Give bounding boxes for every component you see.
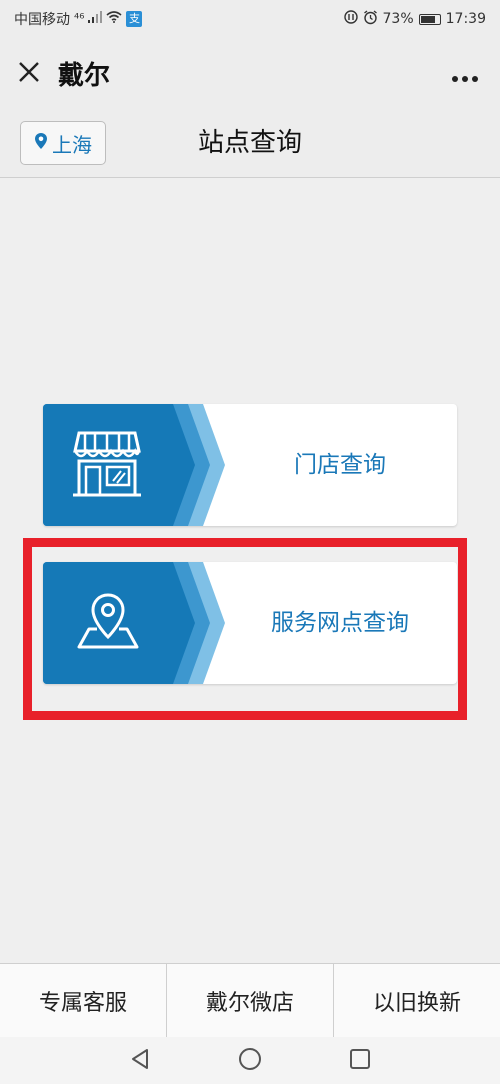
system-nav-bar — [0, 1037, 500, 1084]
page-header: 上海 站点查询 — [0, 108, 500, 178]
map-pin-icon — [73, 587, 143, 661]
close-icon — [18, 56, 40, 91]
menu-dell-micro-store[interactable]: 戴尔微店 — [166, 964, 333, 1037]
data-saver-icon — [343, 10, 358, 28]
wifi-icon — [106, 11, 122, 27]
alarm-icon — [363, 9, 378, 29]
status-right: 73% 17:39 — [343, 9, 486, 29]
back-icon — [130, 1048, 150, 1074]
status-bar: 中国移动 ⁴⁶ 支 73% 17:39 — [0, 0, 500, 38]
network-type-label: ⁴⁶ — [74, 11, 85, 27]
signal-icon — [88, 11, 103, 27]
app-title: 戴尔 — [58, 60, 111, 91]
store-icon — [73, 429, 141, 503]
home-button[interactable] — [235, 1046, 265, 1076]
recents-icon — [349, 1048, 371, 1074]
store-query-label: 门店查询 — [294, 452, 386, 478]
clock-time: 17:39 — [445, 11, 486, 27]
status-left: 中国移动 ⁴⁶ 支 — [14, 9, 143, 29]
more-icon — [451, 57, 479, 90]
back-button[interactable] — [125, 1046, 155, 1076]
carrier-label: 中国移动 — [14, 12, 70, 28]
location-pin-icon — [34, 131, 48, 155]
recents-button[interactable] — [345, 1046, 375, 1076]
close-button[interactable] — [0, 38, 58, 108]
menu-exclusive-service[interactable]: 专属客服 — [0, 964, 166, 1037]
more-button[interactable] — [430, 38, 500, 108]
home-icon — [238, 1047, 262, 1075]
menu-trade-in[interactable]: 以旧换新 — [333, 964, 500, 1037]
alipay-icon: 支 — [126, 11, 143, 27]
city-selector-button[interactable]: 上海 — [20, 121, 106, 165]
service-point-query-label: 服务网点查询 — [271, 610, 409, 636]
city-label: 上海 — [52, 132, 92, 157]
store-query-card[interactable]: 门店查询 — [43, 404, 457, 526]
battery-percent: 73% — [382, 11, 414, 27]
bottom-menu: 专属客服 戴尔微店 以旧换新 — [0, 963, 500, 1037]
app-title-bar: 戴尔 — [0, 38, 500, 108]
battery-icon — [418, 13, 441, 25]
service-point-query-card[interactable]: 服务网点查询 — [43, 562, 457, 684]
